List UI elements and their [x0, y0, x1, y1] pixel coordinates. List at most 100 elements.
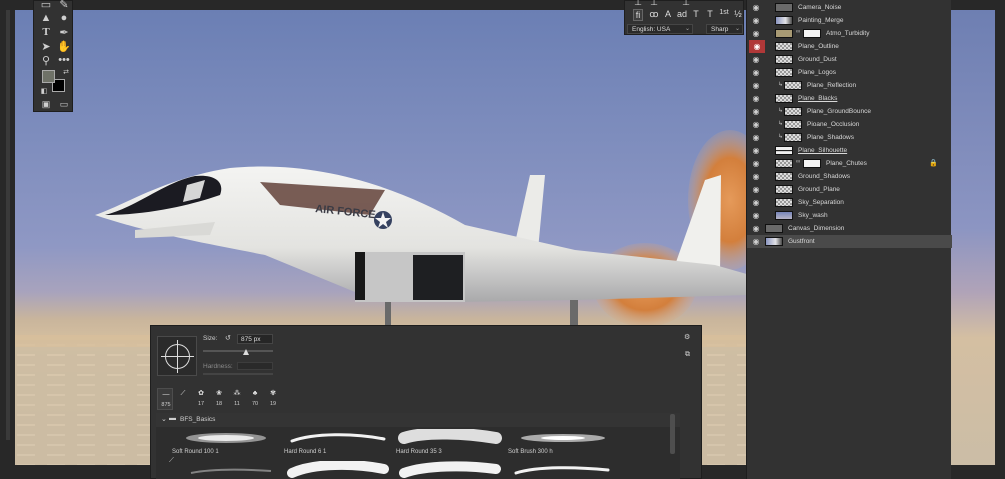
- recent-brush[interactable]: ❀ 18: [211, 388, 227, 410]
- gear-icon[interactable]: ⚙: [684, 333, 690, 341]
- recent-brush[interactable]: ✾ 19: [265, 388, 281, 410]
- triangle-shape-tool-icon[interactable]: ▲: [38, 11, 54, 25]
- eye-icon[interactable]: ◉: [750, 197, 762, 208]
- quick-mask-icon[interactable]: ▣: [38, 97, 54, 111]
- brush-stroke-preview[interactable]: [171, 429, 281, 447]
- brush-stroke-preview[interactable]: [508, 429, 618, 447]
- antialias-select[interactable]: Sharp ⌄: [706, 24, 743, 34]
- brush-list-scrollbar[interactable]: [670, 414, 675, 454]
- layer-thumbnail[interactable]: [775, 16, 793, 25]
- eye-icon[interactable]: ◉: [750, 93, 762, 104]
- layer-row[interactable]: ◉ ∞ Atmo_Turbidity: [747, 27, 952, 40]
- size-slider-thumb[interactable]: [243, 349, 250, 355]
- layer-thumbnail[interactable]: [775, 211, 793, 220]
- layer-row[interactable]: ◉ ∞ Plane_Chutes 🔒: [747, 157, 952, 170]
- path-select-tool-icon[interactable]: ➤: [38, 39, 54, 53]
- layer-row[interactable]: ◉ ↳ Pioane_Occlusion: [747, 118, 952, 131]
- hardness-input[interactable]: [237, 362, 273, 370]
- eye-icon[interactable]: ◉: [750, 184, 762, 195]
- layer-row[interactable]: ◉ ↳ Plane_GroundBounce: [747, 105, 952, 118]
- new-preset-icon[interactable]: ⧉: [685, 351, 690, 359]
- recent-brush[interactable]: ⁂ 11: [229, 388, 245, 410]
- brush-stroke-preview[interactable]: [284, 429, 394, 447]
- size-slider[interactable]: [203, 350, 273, 352]
- layer-row[interactable]: ◉ Painting_Merge: [747, 14, 952, 27]
- eye-icon[interactable]: ◉: [750, 54, 762, 65]
- layer-row[interactable]: ◉ Plane_Blacks: [747, 92, 952, 105]
- brush-preset-name[interactable]: Hard Round 35 3: [396, 449, 442, 455]
- layer-row[interactable]: ◉ Plane_Logos: [747, 66, 952, 79]
- layer-thumbnail[interactable]: [784, 107, 802, 116]
- ordinals-st-icon[interactable]: 1st: [719, 9, 729, 21]
- language-select[interactable]: English: USA ⌄: [627, 24, 693, 34]
- eye-icon[interactable]: ◉: [750, 236, 762, 247]
- layer-thumbnail[interactable]: [784, 81, 802, 90]
- layer-thumbnail[interactable]: [765, 224, 783, 233]
- layer-thumbnail[interactable]: [775, 55, 793, 64]
- recent-brush[interactable]: ✿ 17: [193, 388, 209, 410]
- foreground-color-swatch[interactable]: [42, 70, 55, 83]
- layer-mask-thumbnail[interactable]: [803, 159, 821, 168]
- link-icon[interactable]: ∞: [796, 159, 800, 165]
- recent-brush[interactable]: ⟋: [175, 388, 191, 410]
- brush-stroke-preview[interactable]: [396, 461, 506, 479]
- default-colors-icon[interactable]: ◧: [36, 84, 52, 98]
- type-tool-icon[interactable]: T: [38, 25, 54, 39]
- ordinal-icon[interactable]: ad: [677, 9, 687, 21]
- layer-mask-thumbnail[interactable]: [803, 29, 821, 38]
- gradient-tool-icon[interactable]: ▭: [38, 0, 54, 11]
- smudge-tool-icon[interactable]: ✎: [56, 0, 72, 11]
- layer-row[interactable]: ◉ Sky_Separation: [747, 196, 952, 209]
- titling-icon[interactable]: T: [691, 9, 701, 21]
- brush-stroke-preview[interactable]: [284, 461, 394, 479]
- layer-thumbnail[interactable]: [775, 42, 793, 51]
- layer-thumbnail[interactable]: [775, 68, 793, 77]
- layer-thumbnail[interactable]: [775, 172, 793, 181]
- chevron-down-icon[interactable]: ⌄: [161, 415, 167, 423]
- layer-thumbnail[interactable]: [775, 3, 793, 12]
- size-input[interactable]: 875 px: [237, 334, 273, 344]
- recent-brush[interactable]: ♣ 70: [247, 388, 263, 410]
- screen-mode-icon[interactable]: ▭: [56, 97, 72, 111]
- swash-icon[interactable]: A: [663, 9, 673, 21]
- layer-thumbnail[interactable]: [775, 159, 793, 168]
- layer-row[interactable]: ◉ Plane_Outline: [747, 40, 952, 53]
- eye-icon[interactable]: ◉: [750, 145, 762, 156]
- eye-icon[interactable]: ◉: [750, 28, 762, 39]
- eye-icon[interactable]: ◉: [750, 15, 762, 26]
- dodge-tool-icon[interactable]: ●: [56, 11, 72, 25]
- layer-row[interactable]: ◉ Ground_Plane: [747, 183, 952, 196]
- eye-icon[interactable]: ◉: [750, 106, 762, 117]
- contextual-icon[interactable]: T: [705, 9, 715, 21]
- brush-preset-name[interactable]: Soft Brush 300 h: [508, 449, 553, 455]
- canvas-scrollbar[interactable]: [6, 10, 10, 440]
- layer-thumbnail[interactable]: [765, 237, 783, 246]
- eye-icon[interactable]: ◉: [750, 119, 762, 130]
- layer-row[interactable]: ◉ ↳ Plane_Shadows: [747, 131, 952, 144]
- eye-icon[interactable]: ◉: [750, 2, 762, 13]
- brush-preset-name[interactable]: Hard Round 6 1: [284, 449, 326, 455]
- hand-tool-icon[interactable]: ✋: [56, 39, 72, 53]
- layer-row[interactable]: ◉ Camera_Noise: [747, 1, 952, 14]
- layer-thumbnail[interactable]: [784, 133, 802, 142]
- brush-stroke-preview[interactable]: [396, 429, 506, 447]
- layer-row[interactable]: ◉ Ground_Shadows: [747, 170, 952, 183]
- eye-icon[interactable]: ◉: [750, 158, 762, 169]
- hardness-slider[interactable]: [203, 373, 273, 375]
- layer-thumbnail[interactable]: [775, 29, 793, 38]
- eye-icon[interactable]: ◉: [750, 171, 762, 182]
- layer-thumbnail[interactable]: [775, 146, 793, 155]
- link-icon[interactable]: ∞: [796, 29, 800, 35]
- layer-thumbnail[interactable]: [784, 120, 802, 129]
- brush-tip-preview[interactable]: [157, 336, 197, 376]
- layer-row[interactable]: ◉ Gustfront: [747, 235, 952, 248]
- swap-colors-icon[interactable]: ⇄: [58, 65, 74, 79]
- layer-row[interactable]: ◉ Canvas_Dimension: [747, 222, 952, 235]
- eye-icon[interactable]: ◉: [749, 40, 765, 53]
- oldstyle-icon[interactable]: ꝏ: [649, 9, 659, 21]
- eye-icon[interactable]: ◉: [750, 223, 762, 234]
- reset-size-icon[interactable]: ↺: [225, 334, 231, 342]
- fraction-icon[interactable]: ½: [733, 9, 743, 21]
- layer-thumbnail[interactable]: [775, 198, 793, 207]
- eye-icon[interactable]: ◉: [750, 132, 762, 143]
